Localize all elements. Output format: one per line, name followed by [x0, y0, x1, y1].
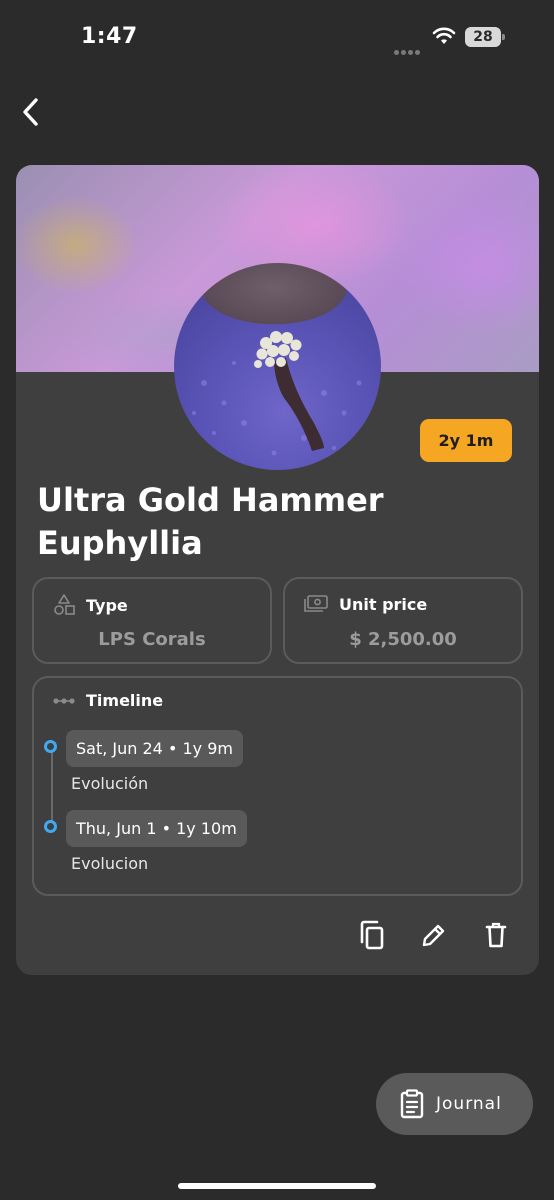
chevron-left-icon — [23, 98, 38, 126]
battery-icon: 28 — [465, 27, 505, 47]
unit-price-label: Unit price — [339, 594, 428, 614]
edit-icon — [422, 924, 445, 947]
back-button[interactable] — [14, 94, 48, 130]
timeline-date: Thu, Jun 1 • 1y 10m — [66, 810, 247, 847]
journal-button-label: Journal — [436, 1094, 502, 1114]
timeline-label: Timeline — [86, 691, 164, 710]
journal-button[interactable]: Journal — [376, 1073, 533, 1135]
coral-detail-card: 2y 1m Ultra Gold Hammer Euphyllia Type L… — [16, 165, 539, 975]
battery-level: 28 — [465, 27, 501, 47]
shapes-icon — [54, 594, 75, 615]
cellular-signal-icon — [394, 40, 422, 55]
timeline-icon — [53, 697, 75, 704]
wifi-icon — [432, 27, 456, 44]
timeline-note: Evolucion — [71, 854, 149, 873]
delete-button[interactable] — [476, 915, 516, 955]
trash-icon — [485, 922, 507, 948]
type-label: Type — [86, 595, 128, 615]
edit-button[interactable] — [414, 915, 454, 955]
age-badge: 2y 1m — [420, 419, 512, 462]
unit-price-value: $ 2,500.00 — [349, 629, 457, 650]
status-bar: 1:47 28 — [0, 0, 554, 76]
coral-photo-image — [192, 331, 362, 456]
clipboard-icon — [400, 1089, 424, 1119]
status-time: 1:47 — [81, 24, 138, 49]
timeline-dot — [44, 740, 57, 753]
home-indicator[interactable] — [178, 1183, 376, 1189]
unit-price-info-box: Unit price $ 2,500.00 — [283, 577, 523, 664]
timeline-dot — [44, 820, 57, 833]
money-icon — [304, 595, 328, 612]
timeline-box: Timeline Sat, Jun 24 • 1y 9m Evolución T… — [32, 676, 523, 896]
coral-photo[interactable] — [174, 263, 381, 470]
timeline-date: Sat, Jun 24 • 1y 9m — [66, 730, 243, 767]
timeline-connector — [51, 747, 53, 827]
copy-icon — [360, 920, 384, 950]
timeline-note: Evolución — [71, 774, 149, 793]
coral-name: Ultra Gold Hammer Euphyllia — [37, 481, 384, 562]
type-value: LPS Corals — [98, 629, 206, 650]
copy-button[interactable] — [352, 915, 392, 955]
type-info-box: Type LPS Corals — [32, 577, 272, 664]
